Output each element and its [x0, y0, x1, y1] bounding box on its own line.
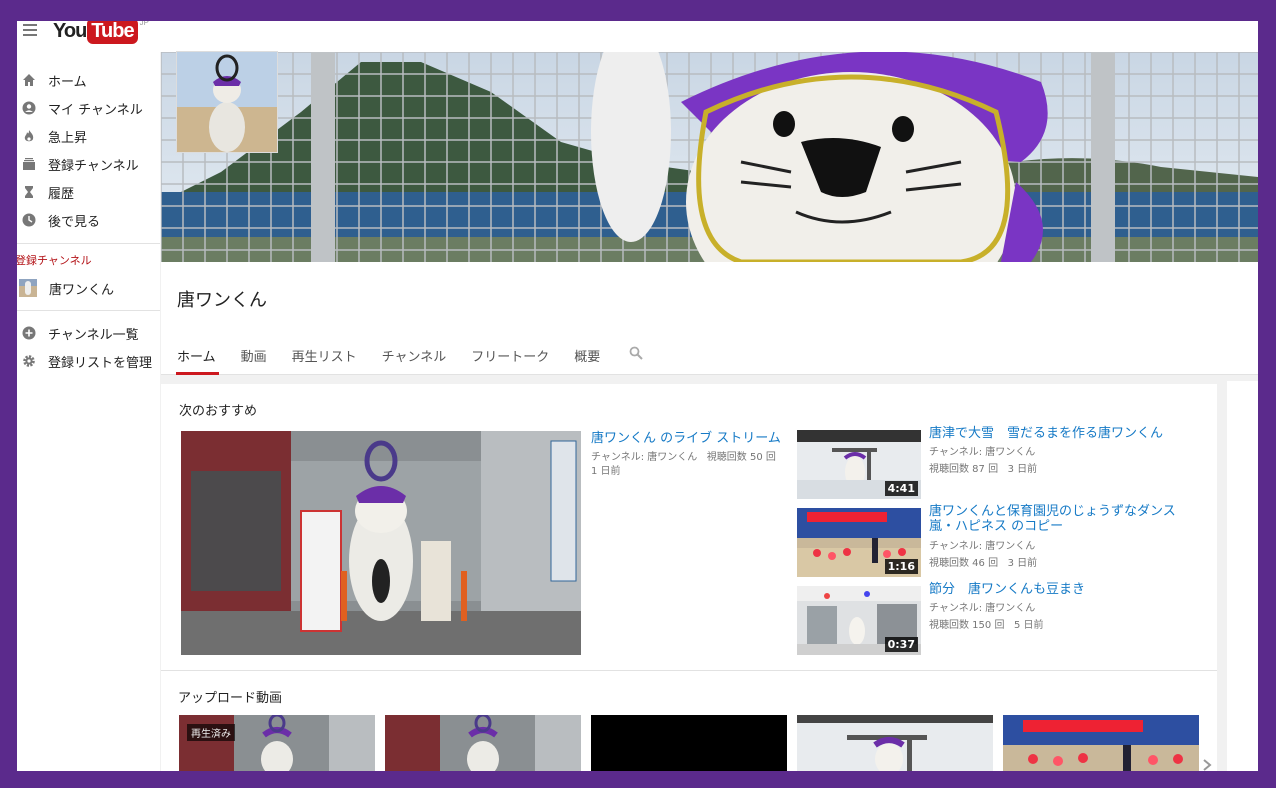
featured-video-thumbnail[interactable]	[181, 431, 581, 655]
sidebar-item-home[interactable]: ホーム	[17, 68, 160, 92]
sidebar-item-my-channel[interactable]: マイ チャンネル	[17, 96, 160, 120]
video-meta: 視聴回数 87 回 3 日前	[929, 460, 1037, 475]
upload-thumbnail[interactable]	[797, 715, 993, 771]
video-age: 3 日前	[1007, 464, 1038, 475]
tab-playlists[interactable]: 再生リスト	[292, 346, 357, 373]
masthead: You Tube JP	[17, 21, 1258, 52]
video-duration: 1:16	[884, 559, 918, 574]
upload-thumbnail[interactable]	[591, 715, 787, 771]
video-meta: 視聴回数 150 回 5 日前	[929, 616, 1044, 631]
menu-icon[interactable]	[23, 24, 37, 36]
video-channel[interactable]: チャンネル: 唐ワンくん	[929, 537, 1035, 552]
sidebar-item-label: マイ チャンネル	[48, 102, 143, 118]
video-title[interactable]: 唐津で大雪 雪だるまを作る唐ワンくん	[929, 426, 1207, 441]
sidebar-item-subscriptions[interactable]: 登録チャンネル	[17, 152, 160, 176]
logo-you-text: You	[53, 21, 87, 42]
sidebar-item-manage-subscriptions[interactable]: 登録リストを管理	[17, 349, 160, 373]
tab-about[interactable]: 概要	[574, 346, 600, 373]
shelf-title: 次のおすすめ	[179, 404, 258, 419]
channel-avatar	[19, 279, 37, 297]
search-icon[interactable]	[629, 345, 645, 361]
sidebar-item-trending[interactable]: 急上昇	[17, 124, 160, 148]
right-panel	[1227, 381, 1258, 771]
video-thumbnail[interactable]: 4:41	[797, 430, 921, 499]
clock-icon	[22, 213, 36, 227]
video-duration: 0:37	[884, 637, 918, 652]
sidebar-divider	[17, 243, 160, 244]
video-age: 5 日前	[1014, 620, 1044, 631]
video-views: 視聴回数 46 回	[929, 558, 999, 569]
sidebar-divider	[17, 310, 160, 311]
account-icon	[22, 101, 36, 115]
sidebar-item-label: 急上昇	[48, 130, 88, 146]
sidebar-item-label: 登録チャンネル	[48, 158, 139, 174]
video-channel[interactable]: チャンネル: 唐ワンくん	[929, 599, 1035, 614]
sidebar-item-label: チャンネル一覧	[48, 327, 139, 343]
subscriptions-icon	[22, 157, 36, 171]
channel-tabs: ホーム 動画 再生リスト チャンネル フリートーク 概要	[176, 345, 645, 375]
video-title[interactable]: 唐ワンくんと保育園児のじょうずなダンス 嵐・ハピネス のコピー	[929, 504, 1207, 534]
tab-channels[interactable]: チャンネル	[382, 346, 447, 373]
featured-video-views: 視聴回数 50 回	[706, 452, 776, 463]
flame-icon	[22, 129, 36, 143]
shelf-divider	[161, 670, 1217, 671]
channel-avatar-large[interactable]	[176, 51, 278, 153]
sidebar-item-browse-channels[interactable]: チャンネル一覧	[17, 321, 160, 345]
subscription-label: 唐ワンくん	[49, 282, 115, 298]
featured-video-age: 1 日前	[591, 466, 621, 477]
sidebar-item-history[interactable]: 履歴	[17, 180, 160, 204]
upload-thumbnail[interactable]	[385, 715, 581, 771]
video-age: 3 日前	[1007, 558, 1038, 569]
guide-sidebar: ホーム マイ チャンネル 急上昇 登録チャンネル 履歴 後で見る 登録チャンネル…	[17, 52, 160, 771]
sidebar-item-label: 後で見る	[48, 214, 101, 230]
tab-home[interactable]: ホーム	[176, 346, 219, 375]
sidebar-item-label: 履歴	[48, 186, 75, 202]
youtube-logo[interactable]: You Tube JP	[53, 21, 149, 44]
video-duration: 4:41	[884, 481, 918, 496]
video-views: 視聴回数 150 回	[929, 620, 1005, 631]
uploads-shelf-title[interactable]: アップロード動画	[178, 687, 282, 706]
video-thumbnail[interactable]: 0:37	[797, 586, 921, 655]
featured-video-title[interactable]: 唐ワンくん のライブ ストリーム	[591, 427, 781, 446]
featured-video-meta: チャンネル: 唐ワンくん 視聴回数 50 回	[591, 448, 776, 463]
video-meta: 視聴回数 46 回 3 日前	[929, 554, 1037, 569]
tab-videos[interactable]: 動画	[241, 346, 267, 373]
channel-title[interactable]: 唐ワンくん	[177, 286, 267, 312]
channel-content: 次のおすすめ 唐ワンくん のライブ ストリーム チャンネル: 唐ワンくん 視聴回…	[161, 384, 1217, 771]
sidebar-item-label: 登録リストを管理	[48, 355, 153, 371]
gear-icon	[22, 354, 36, 368]
upload-thumbnail[interactable]: 再生済み	[179, 715, 375, 771]
add-circle-icon	[22, 326, 36, 340]
home-icon	[22, 73, 36, 87]
logo-region: JP	[139, 21, 149, 27]
subscriptions-section-title[interactable]: 登録チャンネル	[17, 252, 92, 268]
watched-badge: 再生済み	[187, 724, 235, 741]
hourglass-icon	[22, 185, 36, 199]
sidebar-item-label: ホーム	[48, 74, 87, 90]
channel-banner[interactable]	[161, 52, 1258, 262]
subscription-item-karawankun[interactable]: 唐ワンくん	[17, 276, 160, 300]
video-thumbnail[interactable]: 1:16	[797, 508, 921, 577]
sidebar-item-watch-later[interactable]: 後で見る	[17, 208, 160, 232]
tab-discussion[interactable]: フリートーク	[471, 346, 549, 373]
channel-header: 唐ワンくん ホーム 動画 再生リスト チャンネル フリートーク 概要	[161, 262, 1258, 375]
logo-tube-text: Tube	[87, 21, 138, 44]
upload-thumbnail[interactable]	[1003, 715, 1199, 771]
video-channel[interactable]: チャンネル: 唐ワンくん	[929, 443, 1035, 458]
video-title[interactable]: 節分 唐ワンくんも豆まき	[929, 582, 1207, 597]
browser-window: You Tube JP ホーム マイ チャンネル 急上昇 登録チャンネル 履歴	[17, 21, 1258, 771]
chevron-right-icon[interactable]	[1202, 757, 1212, 771]
video-views: 視聴回数 87 回	[929, 464, 999, 475]
